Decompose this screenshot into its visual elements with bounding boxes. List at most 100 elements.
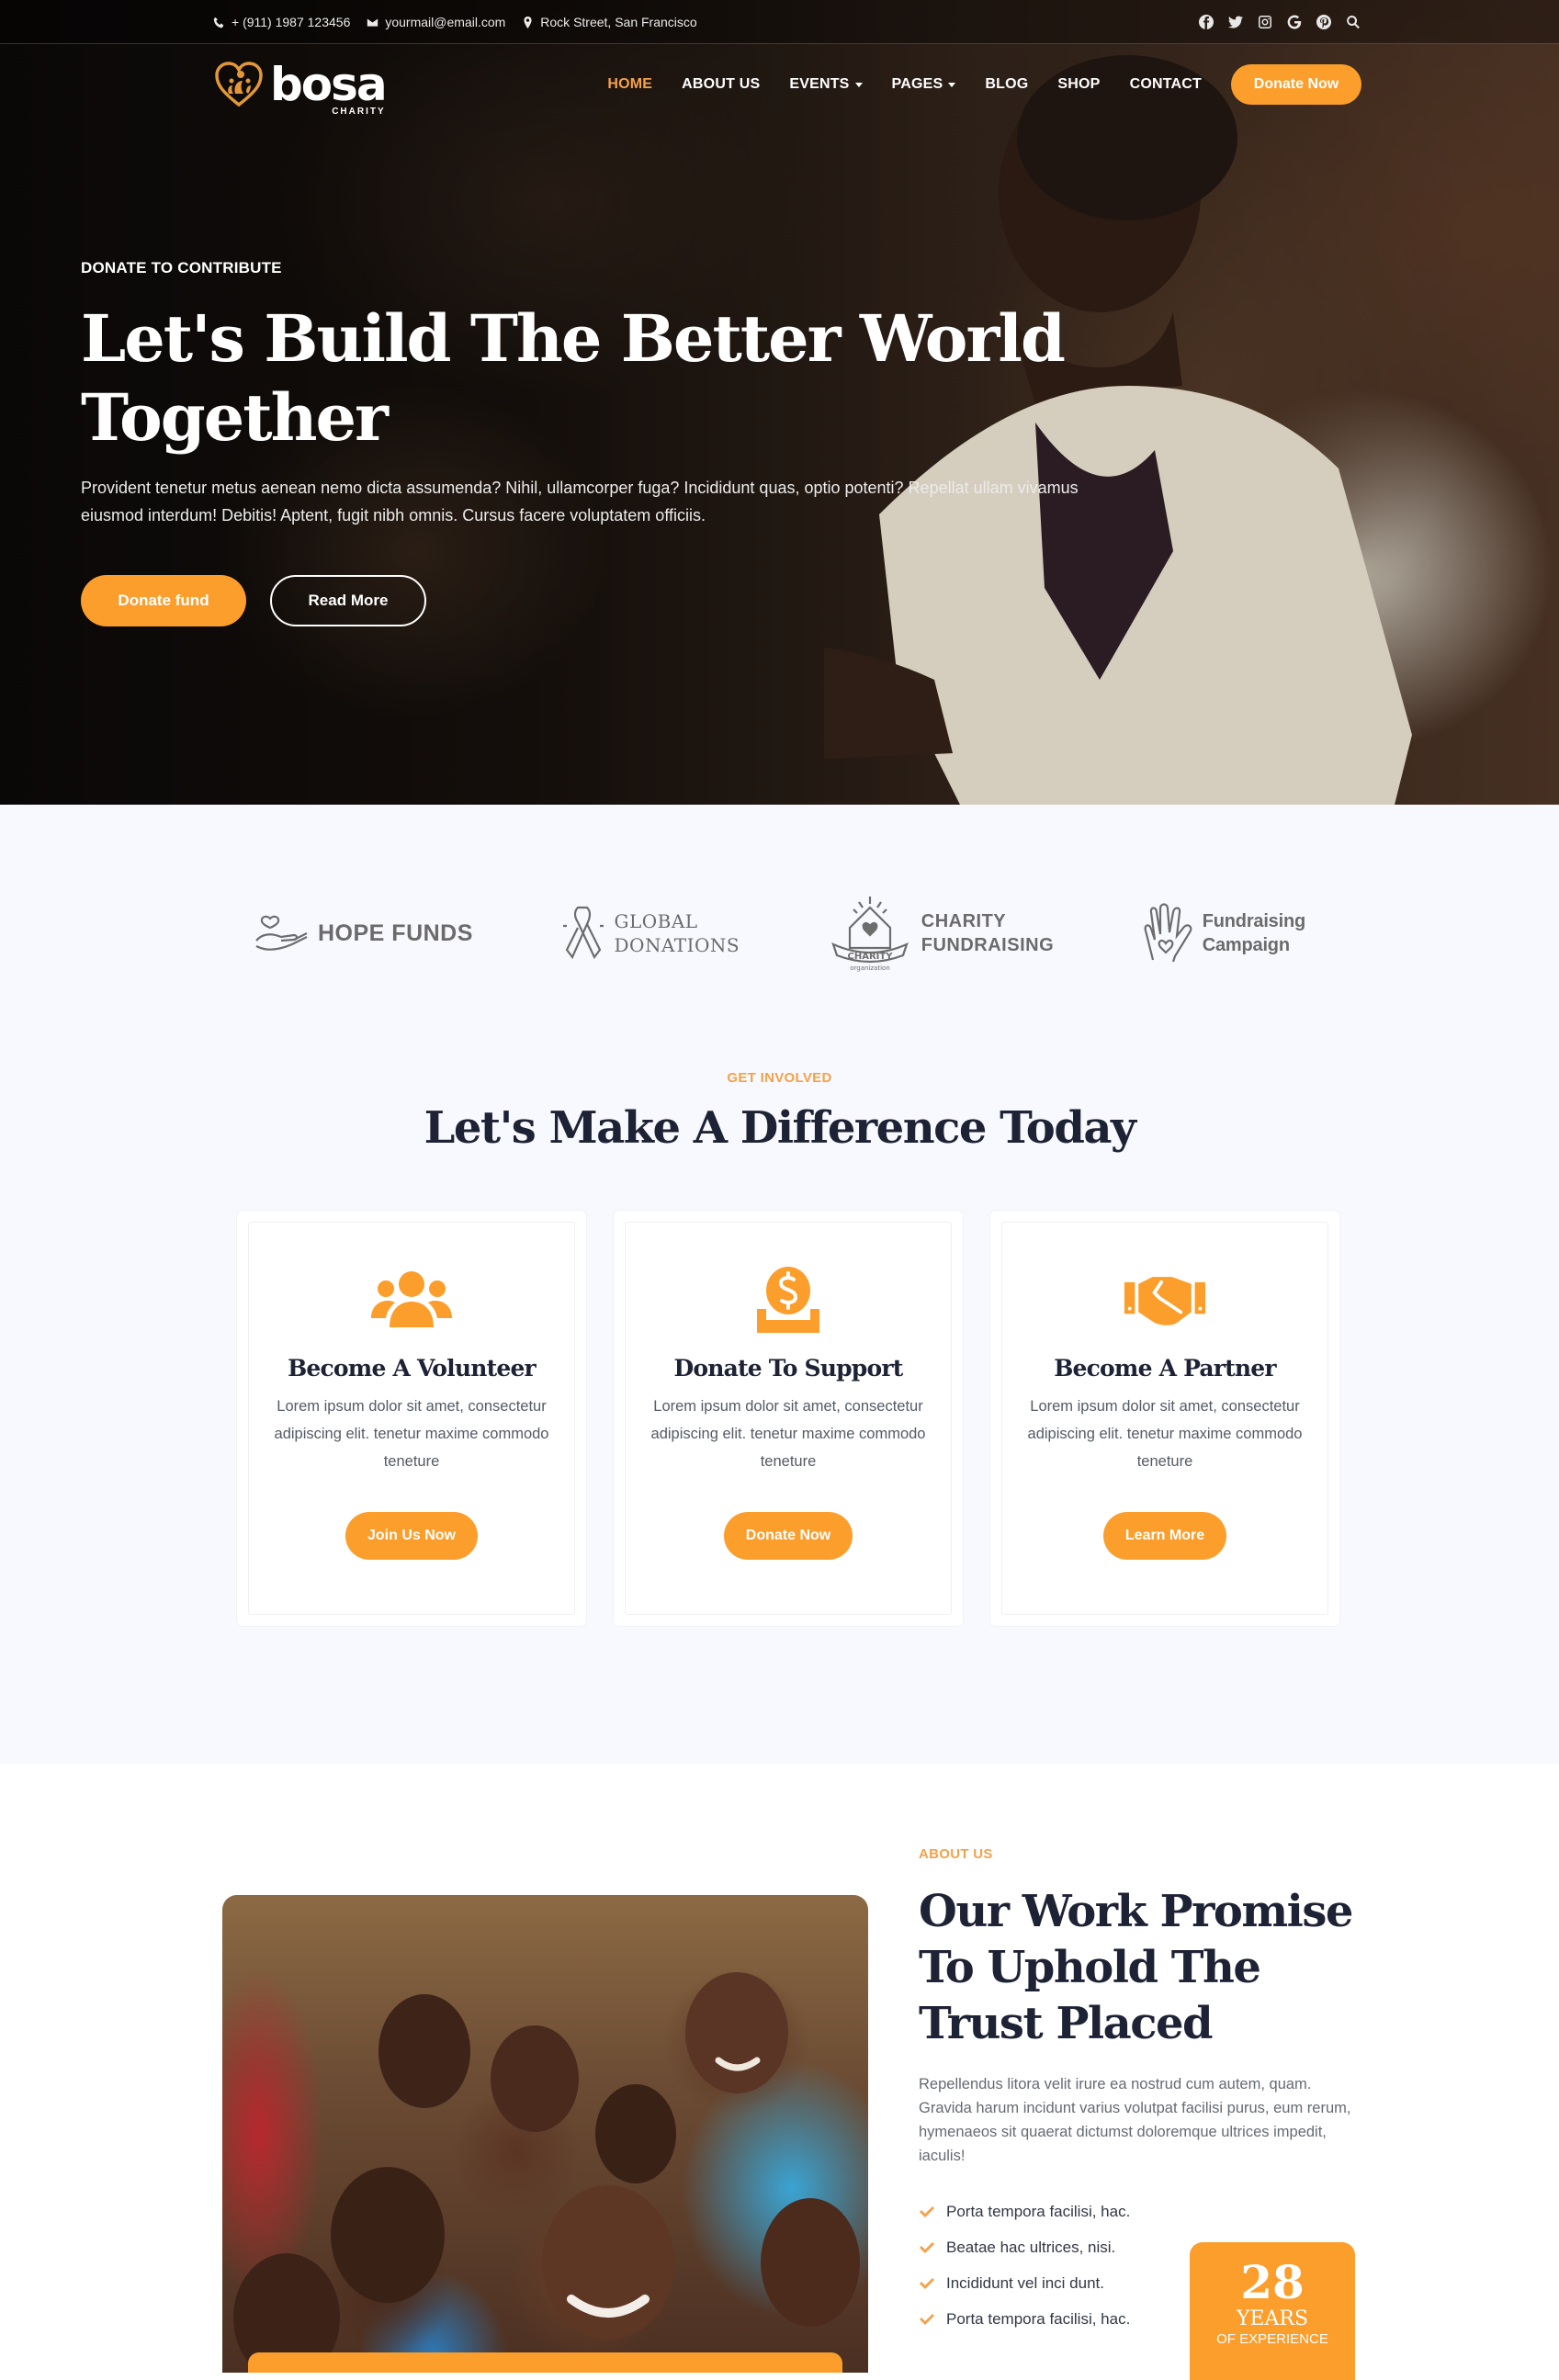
checkmark-icon bbox=[920, 2241, 934, 2253]
email-contact[interactable]: yourmail@email.com bbox=[367, 15, 505, 29]
partner-name: HOPE FUNDS bbox=[318, 919, 473, 946]
nav-about-us[interactable]: ABOUT US bbox=[682, 76, 760, 93]
nav-events[interactable]: EVENTS bbox=[789, 76, 863, 93]
hero-content: DONATE TO CONTRIBUTE Let's Build The Bet… bbox=[81, 259, 1165, 626]
nav-blog-label: BLOG bbox=[985, 76, 1029, 92]
checklist-text: Beatae hac ultrices, nisi. bbox=[946, 2238, 1116, 2256]
svg-text:CHARITY: CHARITY bbox=[847, 952, 893, 962]
checkmark-icon bbox=[920, 2277, 934, 2289]
experience-sublabel: OF EXPERIENCE bbox=[1216, 2331, 1328, 2347]
donate-now-button[interactable]: Donate Now bbox=[1231, 64, 1361, 105]
card-title: Donate To Support bbox=[673, 1355, 904, 1382]
svg-text:organization: organization bbox=[850, 964, 890, 972]
pinterest-icon[interactable] bbox=[1316, 14, 1332, 30]
nav-shop[interactable]: SHOP bbox=[1057, 76, 1100, 93]
search-icon[interactable] bbox=[1345, 14, 1361, 30]
social-links bbox=[1198, 14, 1361, 30]
street-address: Rock Street, San Francisco bbox=[540, 15, 697, 29]
about-section: ABOUT US Our Work Promise To Uphold The … bbox=[0, 1764, 1559, 2380]
experience-label: YEARS bbox=[1236, 2307, 1309, 2330]
partner-logos: HOPE FUNDS GLOBAL DONATIONS CHARITY orga… bbox=[254, 895, 1305, 972]
hand-heart-outline-icon bbox=[1144, 903, 1192, 963]
donate-now-card-button[interactable]: Donate Now bbox=[723, 1512, 853, 1560]
phone-contact[interactable]: + (911) 1987 123456 bbox=[213, 15, 350, 29]
involvement-cards: Become A Volunteer Lorem ipsum dolor sit… bbox=[237, 1211, 1339, 1626]
chevron-down-icon bbox=[948, 82, 956, 87]
instagram-icon[interactable] bbox=[1257, 14, 1273, 30]
charity-house-badge-icon: CHARITY organization bbox=[830, 897, 909, 972]
involved-title: Let's Make A Difference Today bbox=[424, 1102, 1136, 1154]
about-title-line-1: Our Work Promise bbox=[919, 1886, 1353, 1937]
facebook-icon[interactable] bbox=[1198, 14, 1214, 30]
card-description: Lorem ipsum dolor sit amet, consectetur … bbox=[274, 1398, 549, 1470]
donate-coin-icon bbox=[746, 1265, 830, 1335]
heart-people-logo-icon bbox=[215, 62, 263, 107]
partner-hope-funds[interactable]: HOPE FUNDS bbox=[254, 913, 473, 953]
checklist-text: Incididunt vel inci dunt. bbox=[946, 2273, 1104, 2292]
twitter-icon[interactable] bbox=[1227, 14, 1244, 30]
ribbon-icon bbox=[562, 906, 604, 960]
about-description: Repellendus litora velit irure ea nostru… bbox=[919, 2076, 1351, 2164]
partner-global-donations[interactable]: GLOBAL DONATIONS bbox=[559, 904, 740, 963]
nav-about-us-label: ABOUT US bbox=[682, 76, 761, 92]
card-title: Become A Volunteer bbox=[288, 1355, 537, 1382]
map-pin-icon bbox=[524, 16, 532, 28]
google-icon[interactable] bbox=[1286, 14, 1303, 30]
envelope-icon bbox=[367, 17, 378, 27]
partner-name-line-2: DONATIONS bbox=[614, 934, 740, 956]
handshake-icon bbox=[1123, 1265, 1207, 1335]
users-icon bbox=[369, 1265, 454, 1335]
nav-pages-label: PAGES bbox=[891, 76, 943, 92]
experience-years-number: 28 bbox=[1240, 2255, 1305, 2309]
partner-fundraising-campaign[interactable]: Fundraising Campaign bbox=[1140, 903, 1305, 964]
nav-home[interactable]: HOME bbox=[607, 76, 652, 93]
checklist-item: Porta tempora facilisi, hac. bbox=[919, 2194, 1360, 2229]
card-volunteer: Become A Volunteer Lorem ipsum dolor sit… bbox=[237, 1211, 586, 1626]
nav-shop-label: SHOP bbox=[1057, 76, 1101, 92]
checklist-text: Porta tempora facilisi, hac. bbox=[946, 2309, 1131, 2328]
hero-title-line-2: Together bbox=[81, 379, 389, 456]
phone-number: + (911) 1987 123456 bbox=[232, 15, 351, 29]
main-navigation: bosa CHARITY HOME ABOUT US EVENTS PAGES … bbox=[0, 44, 1559, 125]
site-logo[interactable]: bosa CHARITY bbox=[213, 59, 388, 117]
partner-name-line-2: FUNDRAISING bbox=[921, 935, 1055, 955]
nav-contact-label: CONTACT bbox=[1129, 76, 1202, 92]
about-content: ABOUT US Our Work Promise To Uphold The … bbox=[919, 1846, 1360, 2380]
photo-caption-bar bbox=[248, 2352, 842, 2373]
nav-menu: HOME ABOUT US EVENTS PAGES BLOG SHOP CON… bbox=[607, 64, 1361, 105]
donate-fund-button[interactable]: Donate fund bbox=[81, 575, 246, 626]
checklist-text: Porta tempora facilisi, hac. bbox=[946, 2202, 1131, 2220]
logo-subtitle: CHARITY bbox=[332, 107, 386, 117]
card-donate: Donate To Support Lorem ipsum dolor sit … bbox=[614, 1211, 963, 1626]
read-more-button[interactable]: Read More bbox=[270, 575, 426, 626]
top-info-bar: + (911) 1987 123456 yourmail@email.com R… bbox=[0, 0, 1559, 44]
nav-pages[interactable]: PAGES bbox=[892, 76, 956, 93]
join-us-now-button[interactable]: Join Us Now bbox=[345, 1512, 478, 1560]
partner-name-line-1: Fundraising bbox=[1202, 911, 1305, 931]
hero-description: Provident tenetur metus aenean nemo dict… bbox=[81, 479, 1079, 525]
involved-eyebrow: GET INVOLVED bbox=[727, 1070, 832, 1086]
nav-events-label: EVENTS bbox=[789, 76, 850, 92]
address-contact[interactable]: Rock Street, San Francisco bbox=[522, 15, 697, 29]
about-eyebrow: ABOUT US bbox=[919, 1846, 993, 1862]
email-address: yourmail@email.com bbox=[385, 15, 506, 29]
experience-badge: 28 YEARS OF EXPERIENCE bbox=[1190, 2242, 1355, 2380]
nav-contact[interactable]: CONTACT bbox=[1130, 76, 1202, 93]
hero-eyebrow: DONATE TO CONTRIBUTE bbox=[81, 259, 282, 276]
card-title: Become A Partner bbox=[1054, 1355, 1276, 1382]
get-involved-section: HOPE FUNDS GLOBAL DONATIONS CHARITY orga… bbox=[0, 805, 1559, 1764]
about-title-line-3: Trust Placed bbox=[919, 1998, 1214, 2049]
checkmark-icon bbox=[920, 2313, 934, 2325]
partner-name-line-1: GLOBAL bbox=[614, 910, 698, 932]
hand-heart-icon bbox=[255, 915, 308, 951]
partner-charity-fundraising[interactable]: CHARITY organization CHARITY FUNDRAISING bbox=[826, 895, 1054, 972]
card-description: Lorem ipsum dolor sit amet, consectetur … bbox=[1027, 1398, 1303, 1470]
learn-more-button[interactable]: Learn More bbox=[1102, 1512, 1227, 1560]
about-title-line-2: To Uphold The bbox=[919, 1942, 1261, 1993]
card-partner: Become A Partner Lorem ipsum dolor sit a… bbox=[990, 1211, 1339, 1626]
card-description: Lorem ipsum dolor sit amet, consectetur … bbox=[650, 1398, 926, 1470]
hero-title: Let's Build The Better World Together bbox=[81, 299, 1165, 457]
nav-blog[interactable]: BLOG bbox=[985, 76, 1028, 93]
hero-title-line-1: Let's Build The Better World bbox=[81, 300, 1066, 377]
phone-icon bbox=[213, 17, 224, 28]
